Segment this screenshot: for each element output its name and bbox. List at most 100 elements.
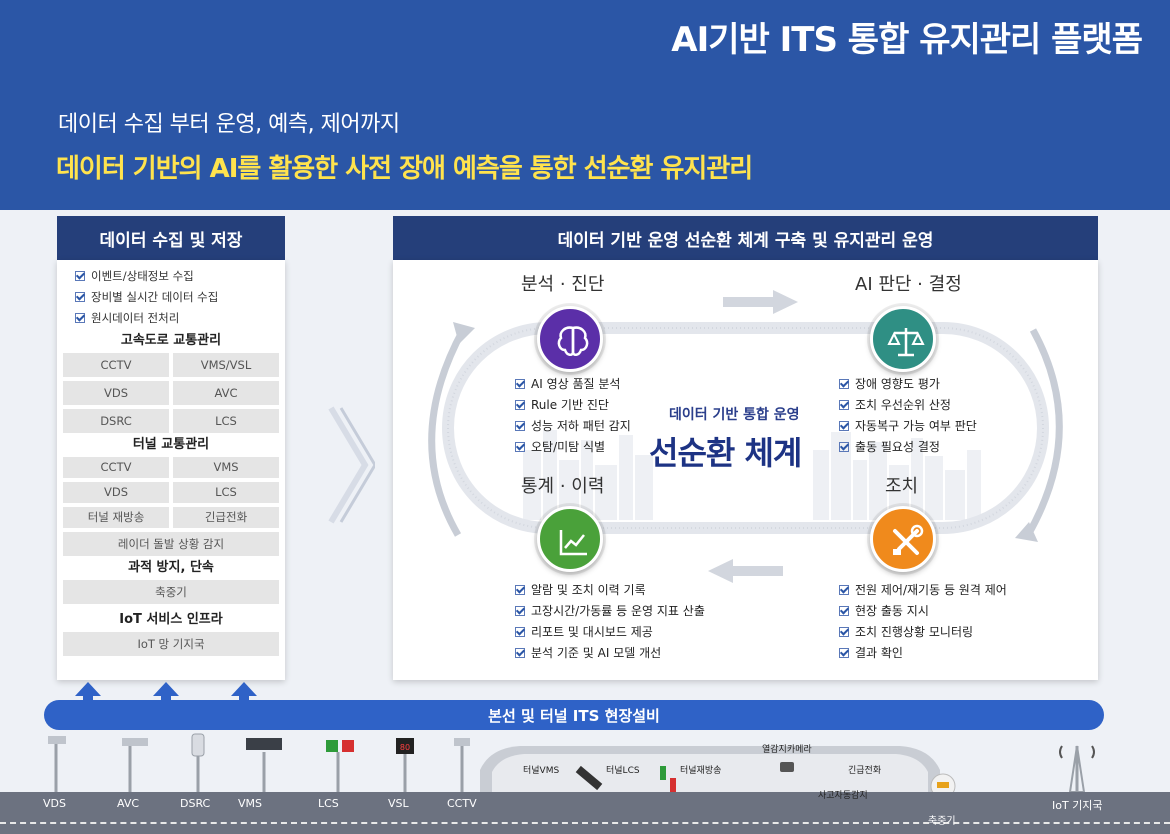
vsl-speed-value: 80 (400, 743, 410, 752)
checkbox-icon (515, 379, 525, 389)
device-label-lcs: LCS (318, 797, 339, 810)
device-cell: 터널 재방송 (63, 507, 169, 528)
device-cell: LCS (173, 482, 279, 503)
decision-item: 자동복구 가능 여부 판단 (839, 416, 977, 437)
tunnel-label-incident-detection: 사고자동감지 (818, 791, 868, 801)
checkbox-icon (839, 648, 849, 658)
action-circle (870, 506, 936, 572)
device-cell-wide: 축중기 (63, 580, 279, 604)
lcs-red-icon (342, 740, 354, 752)
device-label-avc: AVC (117, 797, 140, 810)
center-subtitle: 데이터 기반 통합 운영 (669, 407, 800, 423)
decision-item: 장애 영향도 평가 (839, 374, 977, 395)
overload-group-title: 과적 방지, 단속 (128, 560, 214, 575)
center-title: 선순환 체계 (649, 434, 802, 472)
tunnel-label-lcs: 터널LCS (606, 766, 640, 776)
device-label-dsrc: DSRC (180, 797, 211, 810)
checkbox-icon (839, 379, 849, 389)
flow-chevron-icon (328, 406, 375, 524)
cycle-operation-header: 데이터 기반 운영 선순환 체계 구축 및 유지관리 운영 (393, 216, 1098, 260)
iot-group-title: IoT 서비스 인프라 (119, 612, 223, 627)
line-chart-icon (559, 530, 587, 556)
page-subtitle: 데이터 수집 부터 운영, 예측, 제어까지 (58, 112, 400, 137)
up-arrow-icon (231, 682, 257, 696)
overload-device-grid: 축중기 (63, 580, 279, 604)
checkbox-icon (75, 271, 85, 281)
analysis-item: 오탐/미탐 식별 (515, 437, 631, 458)
up-arrow-icon (75, 682, 101, 696)
balance-scale-icon (887, 328, 925, 357)
road-surface (0, 792, 1170, 834)
device-cell: VDS (63, 381, 169, 405)
page-title: AI기반 ITS 통합 유지관리 플랫폼 (671, 20, 1143, 60)
action-item: 조치 진행상황 모니터링 (839, 622, 1007, 643)
cycle-operation-panel: 분석 · 진단 AI 영상 품질 분석 Rule 기반 진단 성능 저하 패턴 … (393, 260, 1098, 680)
data-collection-panel: 이벤트/상태정보 수집 장비별 실시간 데이터 수집 원시데이터 전처리 고속도… (57, 260, 285, 680)
tools-icon (893, 524, 924, 555)
decision-list: 장애 영향도 평가 조치 우선순위 산정 자동복구 가능 여부 판단 출동 필요… (839, 374, 977, 458)
checkbox-icon (515, 421, 525, 431)
tunnel-group-title: 터널 교통관리 (132, 437, 210, 452)
highway-group-title: 고속도로 교통관리 (120, 333, 222, 348)
vms-sign-icon (246, 738, 282, 750)
device-cell-wide: 레이더 돌발 상황 감지 (63, 532, 279, 556)
checkbox-icon (515, 648, 525, 658)
device-cell: CCTV (63, 353, 169, 377)
device-label-vms: VMS (238, 797, 262, 810)
stats-list: 알람 및 조치 이력 기록 고장시간/가동률 등 운영 지표 산출 리포트 및 … (515, 580, 705, 664)
device-cell: VMS (173, 457, 279, 478)
analysis-item: AI 영상 품질 분석 (515, 374, 631, 395)
decision-item: 조치 우선순위 산정 (839, 395, 977, 416)
lcs-green-icon (326, 740, 338, 752)
stats-title: 통계 · 이력 (521, 476, 605, 497)
tunnel-label-emergency-phone: 긴급전화 (848, 766, 882, 776)
vds-sensor-icon (48, 736, 66, 744)
thermal-camera-icon (780, 762, 794, 772)
checkbox-icon (515, 442, 525, 452)
checklist-item: 원시데이터 전처리 (75, 308, 279, 329)
dsrc-antenna-icon (191, 733, 205, 757)
collection-checklist: 이벤트/상태정보 수집 장비별 실시간 데이터 수집 원시데이터 전처리 (75, 266, 279, 329)
device-label-axle-scale: 축중기 (928, 816, 956, 827)
action-item: 현장 출동 지시 (839, 601, 1007, 622)
device-label-vds: VDS (43, 797, 66, 810)
device-cell: VMS/VSL (173, 353, 279, 377)
page-headline: 데이터 기반의 AI를 활용한 사전 장애 예측을 통한 선순환 유지관리 (56, 154, 753, 184)
device-cell: 긴급전화 (173, 507, 279, 528)
analysis-list: AI 영상 품질 분석 Rule 기반 진단 성능 저하 패턴 감지 오탐/미탐… (515, 374, 631, 458)
tunnel-label-thermal-camera: 열감지카메라 (762, 745, 812, 755)
checkbox-icon (515, 585, 525, 595)
stats-item: 고장시간/가동률 등 운영 지표 산출 (515, 601, 705, 622)
device-label-cctv: CCTV (447, 797, 477, 810)
action-item: 결과 확인 (839, 643, 1007, 664)
checkbox-icon (75, 313, 85, 323)
device-label-vsl: VSL (388, 797, 409, 810)
stats-circle (537, 506, 603, 572)
decision-item: 출동 필요성 결정 (839, 437, 977, 458)
checkbox-icon (515, 606, 525, 616)
iot-device-grid: IoT 망 기지국 (63, 632, 279, 656)
checkbox-icon (839, 627, 849, 637)
highway-device-grid: CCTV VMS/VSL VDS AVC DSRC LCS (63, 353, 279, 433)
device-cell: LCS (173, 409, 279, 433)
decision-title: AI 판단 · 결정 (855, 274, 962, 295)
analysis-item: Rule 기반 진단 (515, 395, 631, 416)
tunnel-label-vms: 터널VMS (523, 766, 560, 776)
action-list: 전원 제어/재기동 등 원격 제어 현장 출동 지시 조치 진행상황 모니터링 … (839, 580, 1007, 664)
checkbox-icon (839, 421, 849, 431)
device-cell: DSRC (63, 409, 169, 433)
action-title: 조치 (885, 476, 919, 497)
device-cell: AVC (173, 381, 279, 405)
checklist-item: 장비별 실시간 데이터 수집 (75, 287, 279, 308)
device-cell: CCTV (63, 457, 169, 478)
cctv-camera-icon (454, 738, 470, 746)
stats-item: 분석 기준 및 AI 모델 개선 (515, 643, 705, 664)
action-item: 전원 제어/재기동 등 원격 제어 (839, 580, 1007, 601)
analysis-circle (537, 306, 603, 372)
header-banner: AI기반 ITS 통합 유지관리 플랫폼 데이터 수집 부터 운영, 예측, 제… (0, 0, 1170, 210)
field-equipment-bar: 본선 및 터널 ITS 현장설비 (44, 700, 1104, 730)
road-lane-line (0, 822, 1170, 824)
decision-circle (870, 306, 936, 372)
stats-item: 알람 및 조치 이력 기록 (515, 580, 705, 601)
stats-item: 리포트 및 대시보드 제공 (515, 622, 705, 643)
